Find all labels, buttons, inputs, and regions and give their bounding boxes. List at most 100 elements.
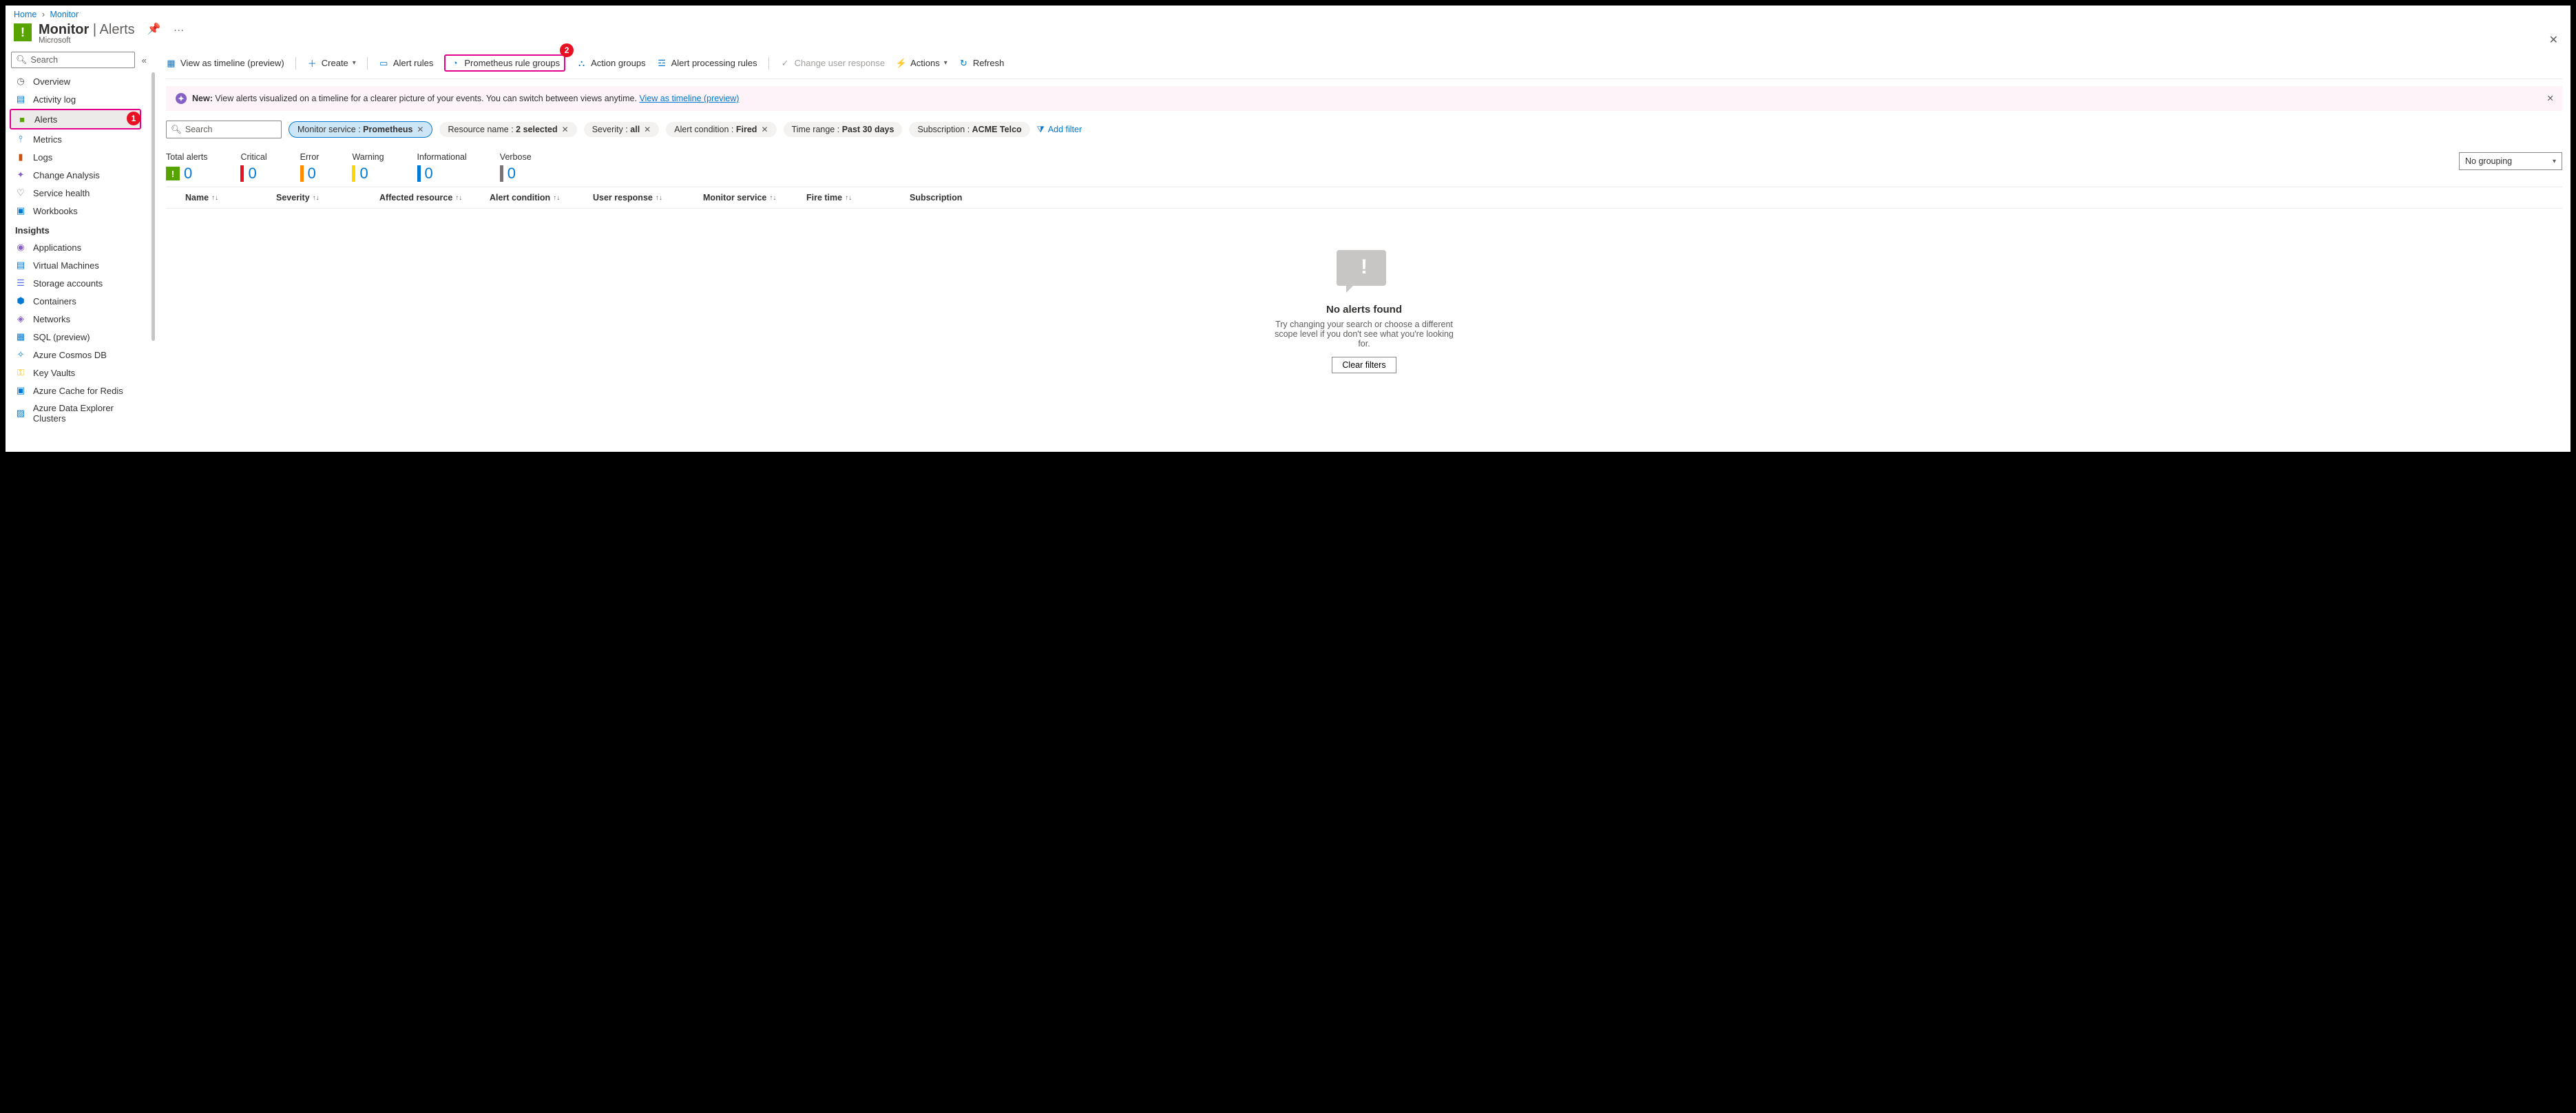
breadcrumb: Home › Monitor	[6, 6, 2570, 21]
filter-pill-monitor-service[interactable]: Monitor service : Prometheus✕	[289, 121, 432, 138]
col-monitor-service[interactable]: Monitor service↑↓	[703, 193, 806, 202]
filter-search-input[interactable]: 🔍︎ Search	[166, 121, 282, 138]
rules-icon: ▭	[379, 58, 389, 68]
sidebar-item-label: Containers	[33, 296, 76, 306]
sidebar-item-virtual-machines[interactable]: ▤Virtual Machines	[10, 256, 154, 274]
stat-value: 0	[308, 165, 316, 183]
filter-pill-severity[interactable]: Severity : all✕	[584, 122, 660, 137]
grouping-dropdown[interactable]: No grouping ▾	[2459, 152, 2562, 170]
stat-label: Critical	[240, 152, 266, 162]
stat-warn[interactable]: Warning 0	[352, 152, 384, 183]
breadcrumb-monitor[interactable]: Monitor	[50, 10, 78, 19]
pill-remove-icon[interactable]: ✕	[562, 125, 569, 134]
sidebar-search-input[interactable]: 🔍︎ Search	[11, 52, 135, 68]
pill-remove-icon[interactable]: ✕	[644, 125, 651, 134]
col-user-response[interactable]: User response↑↓	[593, 193, 703, 202]
sidebar-item-label: Virtual Machines	[33, 260, 99, 271]
sidebar-item-overview[interactable]: ◷Overview	[10, 72, 154, 90]
col-fire-time[interactable]: Fire time↑↓	[806, 193, 910, 202]
filter-pill-resource-name[interactable]: Resource name : 2 selected✕	[439, 122, 576, 137]
clear-filters-button[interactable]: Clear filters	[1332, 357, 1396, 373]
alerts-table-header: Name↑↓ Severity↑↓ Affected resource↑↓ Al…	[166, 187, 2562, 209]
total-alerts-icon: !	[166, 167, 180, 180]
nav-icon: ■	[17, 114, 28, 125]
nav-icon: ▤	[15, 94, 26, 105]
info-banner: ✦ New: View alerts visualized on a timel…	[166, 86, 2562, 111]
col-resource[interactable]: Affected resource↑↓	[379, 193, 490, 202]
col-name[interactable]: Name↑↓	[166, 193, 276, 202]
stat-value: 0	[184, 165, 192, 183]
nav-icon: ⚿	[15, 367, 26, 378]
refresh-button[interactable]: ↻ Refresh	[959, 58, 1005, 68]
prometheus-rule-groups-button[interactable]: ◔ Prometheus rule groups	[444, 54, 565, 72]
nav-icon: ▣	[15, 385, 26, 396]
check-icon: ✓	[780, 58, 790, 68]
sidebar-item-metrics[interactable]: ⫯Metrics	[10, 130, 154, 148]
refresh-icon: ↻	[959, 58, 969, 68]
banner-close-icon[interactable]: ✕	[2547, 93, 2554, 103]
stat-crit[interactable]: Critical 0	[240, 152, 266, 183]
actions-button[interactable]: ⚡ Actions ▾	[896, 58, 947, 68]
stat-verb[interactable]: Verbose 0	[500, 152, 532, 183]
close-icon[interactable]: ✕	[2549, 33, 2558, 47]
nav-icon: ▦	[15, 331, 26, 342]
alert-rules-button[interactable]: ▭ Alert rules	[379, 58, 434, 68]
stat-err[interactable]: Error 0	[300, 152, 320, 183]
nav-icon: ▨	[15, 408, 26, 419]
pill-remove-icon[interactable]: ✕	[417, 125, 423, 134]
severity-bar-icon	[240, 165, 244, 182]
sidebar-item-networks[interactable]: ◈Networks	[10, 310, 154, 328]
empty-title: No alerts found	[166, 304, 2562, 315]
col-subscription[interactable]: Subscription	[910, 193, 1006, 202]
sidebar-item-storage-accounts[interactable]: ☰Storage accounts	[10, 274, 154, 292]
sidebar-item-sql-preview-[interactable]: ▦SQL (preview)	[10, 328, 154, 346]
sidebar-item-key-vaults[interactable]: ⚿Key Vaults	[10, 364, 154, 382]
create-button[interactable]: ＋ Create ▾	[307, 58, 356, 68]
sidebar-item-activity-log[interactable]: ▤Activity log	[10, 90, 154, 108]
sidebar-item-label: Applications	[33, 242, 81, 253]
filter-bar: 🔍︎ Search Monitor service : Prometheus✕ R…	[166, 111, 2562, 143]
sidebar-item-change-analysis[interactable]: ✦Change Analysis	[10, 166, 154, 184]
collapse-sidebar-icon[interactable]: «	[139, 55, 149, 65]
view-timeline-button[interactable]: ▦ View as timeline (preview)	[166, 58, 284, 68]
breadcrumb-home[interactable]: Home	[14, 10, 36, 19]
sidebar-item-azure-cache-for-redis[interactable]: ▣Azure Cache for Redis	[10, 382, 154, 399]
pin-icon[interactable]: 📌	[147, 22, 161, 36]
sidebar-item-label: Workbooks	[33, 206, 78, 216]
banner-link[interactable]: View as timeline (preview)	[639, 94, 739, 103]
chevron-down-icon: ▾	[353, 59, 356, 67]
sidebar-item-azure-cosmos-db[interactable]: ✧Azure Cosmos DB	[10, 346, 154, 364]
filter-pill-time-range[interactable]: Time range : Past 30 days	[784, 122, 903, 137]
stat-info[interactable]: Informational 0	[417, 152, 467, 183]
col-severity[interactable]: Severity↑↓	[276, 193, 379, 202]
sidebar-item-label: Azure Cosmos DB	[33, 350, 107, 360]
sidebar-item-alerts[interactable]: ■ Alerts	[11, 110, 140, 128]
stat-value: 0	[248, 165, 256, 183]
sidebar-item-azure-data-explorer-clusters[interactable]: ▨ Azure Data Explorer Clusters	[10, 399, 154, 427]
sparkle-icon: ✦	[176, 93, 187, 104]
col-condition[interactable]: Alert condition↑↓	[490, 193, 593, 202]
nav-icon: ◉	[15, 242, 26, 253]
sidebar-item-label: Azure Data Explorer Clusters	[33, 403, 148, 424]
sidebar-item-logs[interactable]: ▮Logs	[10, 148, 154, 166]
stat-total[interactable]: Total alerts !0	[166, 152, 207, 183]
add-filter-button[interactable]: ⧩ Add filter	[1037, 125, 1082, 135]
stat-value: 0	[359, 165, 368, 183]
alert-processing-rules-button[interactable]: ☲ Alert processing rules	[657, 58, 757, 68]
lightning-icon: ⚡	[896, 58, 906, 68]
sidebar-item-label: Alerts	[34, 114, 57, 125]
sidebar-item-service-health[interactable]: ♡Service health	[10, 184, 154, 202]
sidebar-item-workbooks[interactable]: ▣Workbooks	[10, 202, 154, 220]
stat-label: Informational	[417, 152, 467, 162]
sidebar-item-applications[interactable]: ◉ Applications	[10, 238, 154, 256]
empty-text: Try changing your search or choose a dif…	[1275, 320, 1454, 349]
nav-icon: ◷	[15, 76, 26, 87]
pill-remove-icon[interactable]: ✕	[761, 125, 768, 134]
severity-bar-icon	[500, 165, 503, 182]
sidebar-item-containers[interactable]: ⬢Containers	[10, 292, 154, 310]
action-groups-button[interactable]: ⛬ Action groups	[576, 58, 646, 68]
filter-pill-subscription[interactable]: Subscription : ACME Telco	[909, 122, 1029, 137]
filter-pill-alert-condition[interactable]: Alert condition : Fired✕	[666, 122, 776, 137]
more-icon[interactable]: …	[174, 22, 186, 34]
stat-label: Verbose	[500, 152, 532, 162]
